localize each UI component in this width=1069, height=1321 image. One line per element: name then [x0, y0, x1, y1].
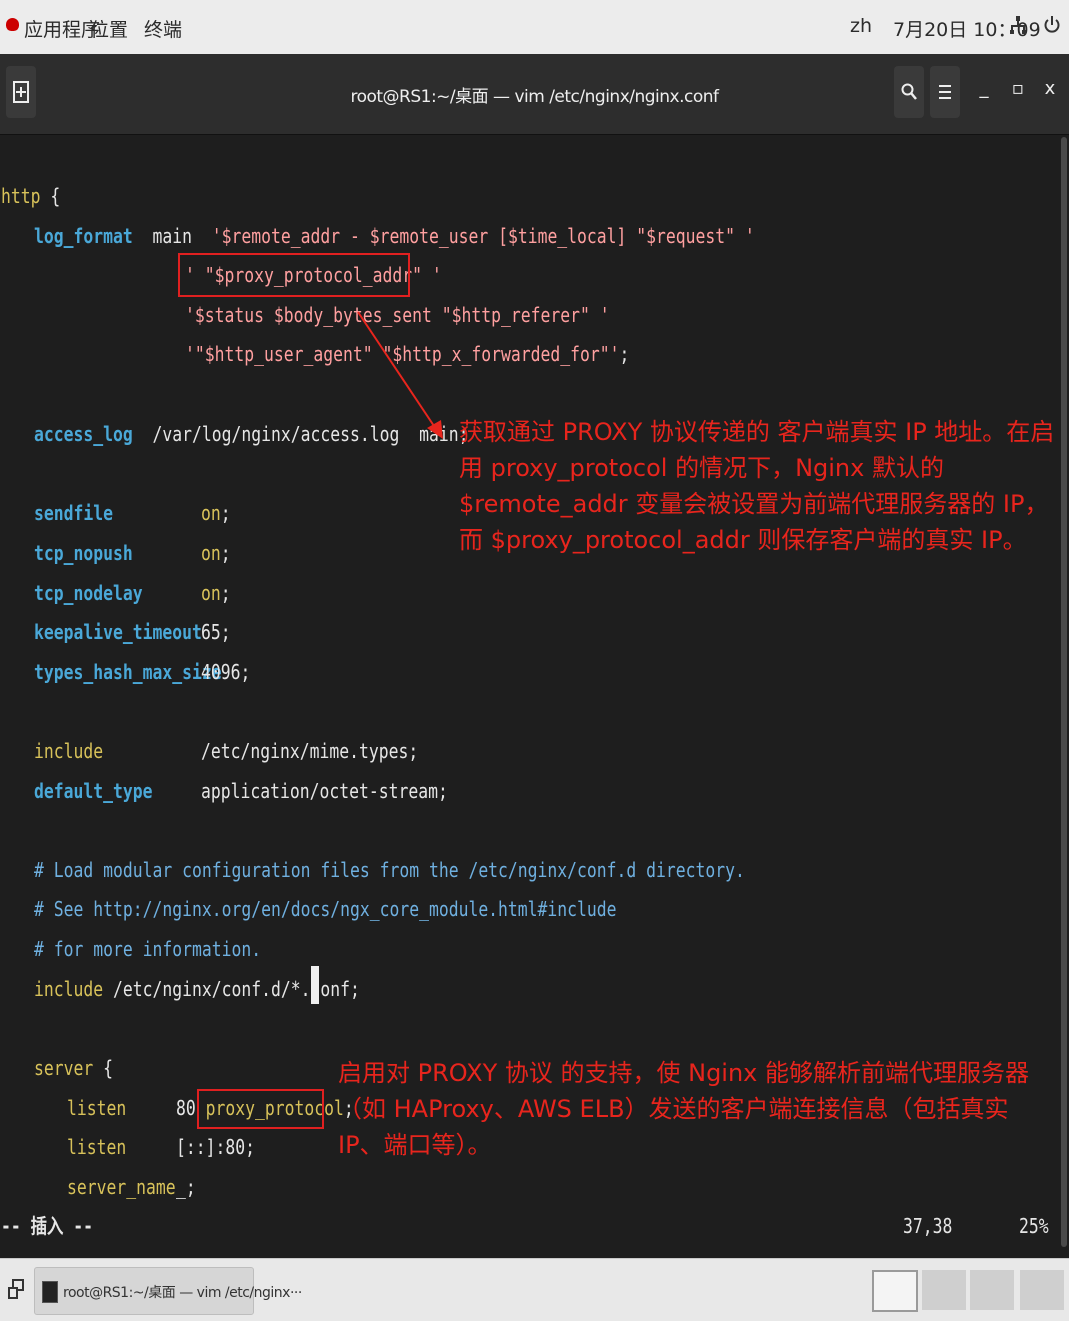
taskbar: root@RS1:~/桌面 — vim /etc/nginx··· — [0, 1258, 1069, 1321]
taskbar-item-label: root@RS1:~/桌面 — vim /etc/nginx··· — [63, 1285, 302, 1301]
show-desktop-icon[interactable] — [8, 1279, 24, 1303]
annotation-proxy-protocol-addr: 获取通过 PROXY 协议传递的 客户端真实 IP 地址。在启用 proxy_p… — [459, 418, 1055, 554]
taskbar-item-terminal[interactable]: root@RS1:~/桌面 — vim /etc/nginx··· — [34, 1267, 302, 1315]
terminal-icon — [42, 1281, 58, 1303]
workspace-3[interactable] — [970, 1270, 1014, 1310]
workspace-2[interactable] — [922, 1270, 966, 1310]
annotation-proxy-protocol: 启用对 PROXY 协议 的支持，使 Nginx 能够解析前端代理服务器（如 H… — [338, 1059, 1030, 1159]
workspace-1[interactable] — [872, 1270, 918, 1312]
workspace-4[interactable] — [1020, 1270, 1064, 1310]
